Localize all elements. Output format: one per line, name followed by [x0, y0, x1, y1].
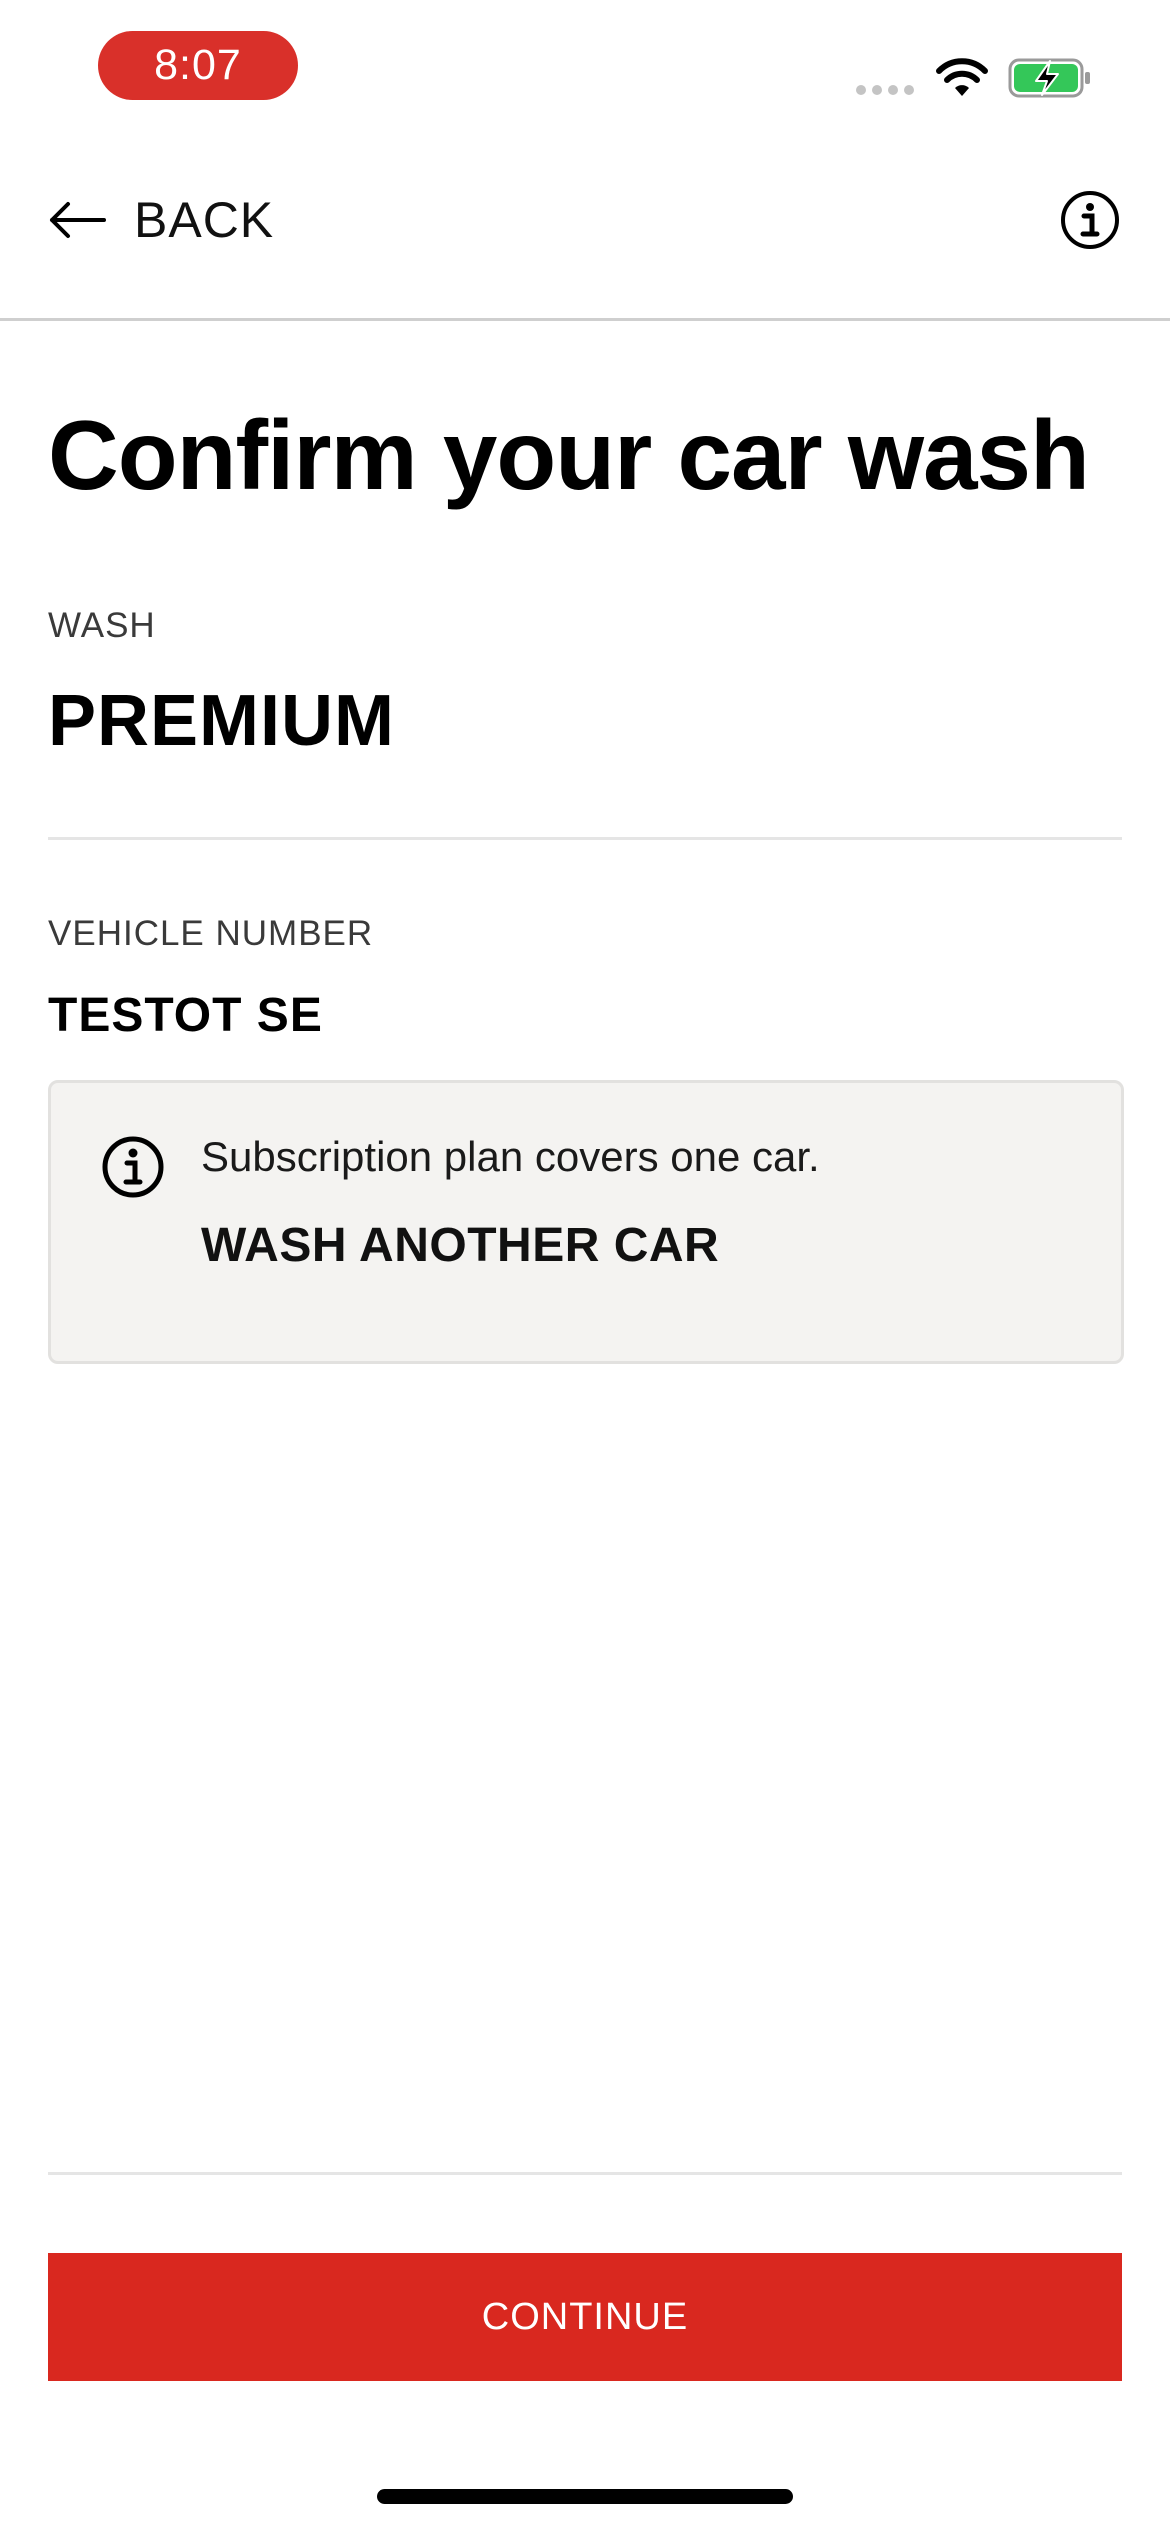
arrow-left-icon [50, 202, 106, 238]
signal-icon [856, 85, 914, 95]
battery-charging-icon [1008, 58, 1090, 98]
wash-value: PREMIUM [48, 681, 395, 761]
status-time: 8:07 [98, 31, 298, 100]
info-icon [102, 1136, 164, 1198]
bottom-divider [48, 2172, 1122, 2175]
wash-another-car-link[interactable]: WASH ANOTHER CAR [201, 1218, 719, 1273]
status-time-text: 8:07 [154, 41, 242, 89]
subscription-notice: Subscription plan covers one car. WASH A… [48, 1080, 1124, 1364]
notice-text: Subscription plan covers one car. [201, 1133, 820, 1180]
home-indicator [377, 2489, 793, 2504]
page-title: Confirm your car wash [48, 400, 1090, 510]
vehicle-number-value: TESTOT SE [48, 989, 323, 1042]
wifi-icon [936, 58, 988, 96]
back-label: BACK [134, 192, 275, 248]
wash-label: WASH [48, 606, 156, 645]
nav-divider [0, 318, 1170, 321]
vehicle-number-label: VEHICLE NUMBER [48, 914, 374, 953]
continue-button[interactable]: CONTINUE [48, 2253, 1122, 2381]
section-divider [48, 837, 1122, 840]
info-icon[interactable] [1060, 190, 1120, 250]
back-button[interactable]: BACK [48, 180, 274, 260]
